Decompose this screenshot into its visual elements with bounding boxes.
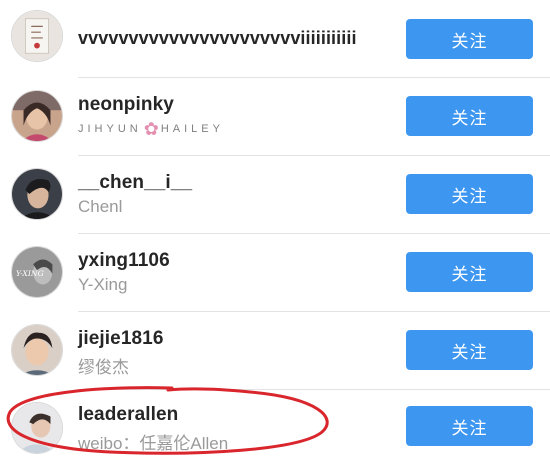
- username[interactable]: vvvvvvvvvvvvvvvvvvvvvviiiiiiiiiii: [78, 28, 357, 49]
- username[interactable]: neonpinky: [78, 94, 174, 116]
- display-name-part: JIHYUN: [78, 123, 142, 135]
- avatar[interactable]: Y-XING: [11, 246, 63, 298]
- display-name: 缪俊杰: [78, 358, 129, 377]
- avatar-text: Y-XING: [16, 269, 44, 278]
- cherry-blossom-icon: ✿: [143, 119, 159, 139]
- username[interactable]: yxing1106: [78, 250, 170, 272]
- display-name: Chenl: [78, 197, 123, 216]
- display-name: weibo：任嘉伦Allen: [78, 434, 229, 453]
- username[interactable]: jiejie1816: [78, 328, 164, 350]
- display-name: JIHYUN ✿ HAILEY: [78, 119, 224, 140]
- display-name: Y-Xing: [78, 275, 128, 294]
- avatar[interactable]: [11, 168, 63, 220]
- list-item[interactable]: __chen__i__ Chenl 关注: [0, 156, 550, 234]
- username[interactable]: __chen__i__: [78, 172, 192, 194]
- list-item[interactable]: jiejie1816 缪俊杰 关注: [0, 312, 550, 390]
- list-item[interactable]: Y-XING yxing1106 Y-Xing 关注: [0, 234, 550, 312]
- follow-button[interactable]: 关注: [406, 174, 533, 214]
- follow-button[interactable]: 关注: [406, 330, 533, 370]
- username[interactable]: leaderallen: [78, 404, 178, 426]
- follow-button[interactable]: 关注: [406, 96, 533, 136]
- list-item[interactable]: leaderallen weibo：任嘉伦Allen 关注: [0, 390, 550, 457]
- follow-list: vvvvvvvvvvvvvvvvvvvvvviiiiiiiiiii 关注 neo…: [0, 0, 550, 457]
- display-name-part: HAILEY: [160, 123, 224, 135]
- follow-button[interactable]: 关注: [406, 19, 533, 59]
- list-item[interactable]: vvvvvvvvvvvvvvvvvvvvvviiiiiiiiiii 关注: [0, 0, 550, 78]
- avatar[interactable]: [11, 10, 63, 62]
- avatar[interactable]: [11, 402, 63, 454]
- list-item[interactable]: neonpinky JIHYUN ✿ HAILEY 关注: [0, 78, 550, 156]
- follow-button[interactable]: 关注: [406, 406, 533, 446]
- avatar[interactable]: [11, 90, 63, 142]
- follow-button[interactable]: 关注: [406, 252, 533, 292]
- avatar[interactable]: [11, 324, 63, 376]
